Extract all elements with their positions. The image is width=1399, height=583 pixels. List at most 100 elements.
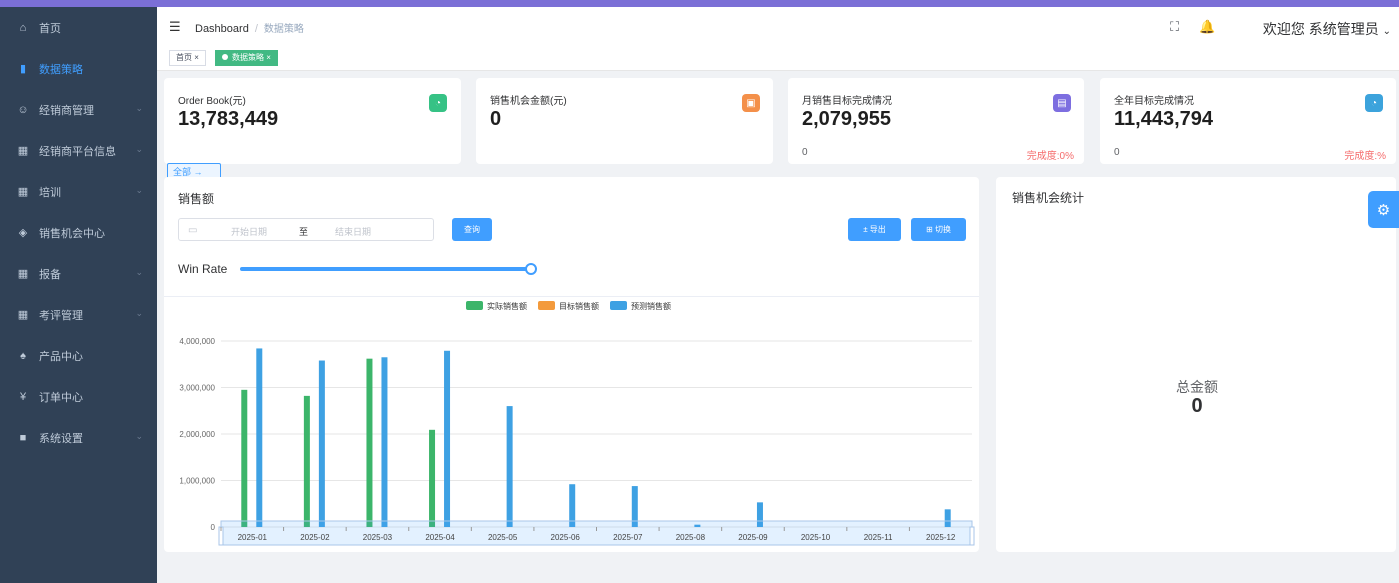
range-separator: 至	[299, 227, 309, 237]
welcome-text: 欢迎您 系统管理员	[1262, 21, 1379, 37]
x-tick-label: 2025-02	[300, 533, 330, 542]
gear-icon: ⚙	[1376, 201, 1391, 219]
bar	[256, 348, 263, 527]
sidebar-item-2[interactable]: ☺ 经销商管理 ⌄	[0, 89, 157, 130]
win-rate-slider-handle[interactable]	[525, 263, 537, 275]
x-tick-label: 2025-05	[488, 533, 518, 542]
stat-completion: 完成度:0%	[1026, 151, 1074, 162]
stat-title: Order Book(元)	[178, 96, 246, 107]
sidebar-item-label: 报备	[39, 268, 61, 281]
y-tick-label: 2,000,000	[179, 430, 215, 439]
active-dot-icon	[222, 54, 228, 60]
stat-value: 2,079,955	[802, 108, 891, 130]
calendar-icon: ▭	[188, 225, 198, 236]
sidebar-item-label: 销售机会中心	[39, 227, 105, 240]
export-button[interactable]: ± 导出	[848, 218, 901, 241]
sales-bar-chart: 实际销售额 目标销售额 预测销售额 0 1,000,000 2,000,000 3,000,…	[179, 301, 975, 546]
y-tick-label: 3,000,000	[179, 384, 215, 393]
sidebar-item-9[interactable]: ¥ 订单中心	[0, 376, 157, 417]
tag-current[interactable]: 数据策略 ×	[215, 50, 278, 66]
sidebar-item-5[interactable]: ◈ 销售机会中心	[0, 212, 157, 253]
breadcrumb-separator: /	[254, 23, 258, 35]
sidebar-item-label: 考评管理	[39, 309, 83, 322]
x-tick-label: 2025-11	[864, 533, 893, 542]
stat-card-1: 销售机会金额(元) 0 ▣	[476, 78, 773, 164]
bar	[318, 360, 325, 527]
sidebar-item-6[interactable]: ▦ 报备 ⌄	[0, 253, 157, 294]
sidebar: ⌂ 首页 ▮ 数据策略 ☺ 经销商管理 ⌄ ▦ 经销商平台信息 ⌄ ▦ 培训 ⌄ ◈ 销售机会中心 ▦ 报备 ⌄ ▦…	[0, 7, 157, 583]
bar	[366, 358, 373, 527]
tag-home-label: 首页	[176, 53, 192, 62]
date-range-picker[interactable]: ▭ 开始日期 至 结束日期	[178, 218, 434, 241]
stat-title: 销售机会金额(元)	[490, 96, 567, 107]
fullscreen-icon[interactable]: ⛶	[1170, 19, 1179, 35]
chevron-down-icon: ⌄	[135, 308, 143, 318]
query-button[interactable]: 查询	[452, 218, 492, 241]
stat-foot-value: 0	[1114, 147, 1120, 158]
stat-card-0: Order Book(元) 13,783,449 ◔	[164, 78, 461, 164]
legend-swatch	[466, 301, 483, 310]
zoom-handle-right	[969, 526, 975, 546]
grid-icon: ▦	[17, 145, 29, 157]
users-icon: ☺	[17, 103, 29, 116]
stat-completion: 完成度:%	[1344, 151, 1386, 162]
clipboard-icon: ▤	[1053, 94, 1071, 112]
sidebar-item-0[interactable]: ⌂ 首页	[0, 7, 157, 48]
settings-gear-button[interactable]: ⚙	[1368, 191, 1399, 228]
sales-panel-title: 销售额	[178, 192, 215, 206]
x-tick-label: 2025-10	[801, 533, 831, 542]
compass-icon: ◈	[18, 227, 28, 239]
breadcrumb-current: 数据策略	[263, 24, 304, 35]
total-amount-value: 0	[1191, 395, 1203, 417]
bar	[381, 357, 388, 527]
sidebar-item-4[interactable]: ▦ 培训 ⌄	[0, 171, 157, 212]
chevron-down-icon: ⌄	[1382, 26, 1391, 37]
total-amount-label: 总金额	[1176, 379, 1218, 395]
chart-icon: ▮	[19, 63, 27, 75]
yen-icon: ¥	[19, 390, 27, 403]
stat-value: 13,783,449	[178, 108, 279, 130]
sidebar-item-1[interactable]: ▮ 数据策略	[0, 48, 157, 89]
y-tick-label: 4,000,000	[179, 337, 215, 346]
dashboard-icon: ⌂	[19, 21, 27, 34]
sidebar-item-7[interactable]: ▦ 考评管理 ⌄	[0, 294, 157, 335]
win-rate-slider-track[interactable]	[240, 267, 532, 271]
sidebar-item-label: 培训	[39, 186, 61, 199]
bell-icon[interactable]: 🔔	[1199, 19, 1215, 35]
bar	[506, 406, 513, 527]
tag-current-label: 数据策略	[232, 53, 264, 62]
tag-home[interactable]: 首页 ×	[169, 50, 206, 66]
x-tick-label: 2025-07	[613, 533, 643, 542]
y-tick-label: 0	[211, 523, 216, 532]
user-menu[interactable]: 欢迎您 系统管理员 ⌄	[1263, 19, 1391, 39]
end-date-input[interactable]: 结束日期	[335, 225, 371, 238]
stat-value: 11,443,794	[1114, 108, 1213, 130]
legend-swatch	[610, 301, 627, 310]
close-icon[interactable]: ×	[266, 53, 271, 62]
bar	[241, 389, 248, 527]
hamburger-icon[interactable]: ☰	[169, 19, 181, 35]
sidebar-item-label: 首页	[39, 22, 61, 35]
pie-icon: ◔	[1365, 94, 1383, 112]
sidebar-item-label: 数据策略	[39, 63, 83, 76]
chevron-down-icon: ⌄	[135, 103, 143, 113]
sidebar-item-3[interactable]: ▦ 经销商平台信息 ⌄	[0, 130, 157, 171]
switch-button[interactable]: ⊞ 切换	[911, 218, 966, 241]
briefcase-icon: ▣	[742, 94, 760, 112]
legend-swatch	[538, 301, 555, 310]
stat-foot-value: 0	[802, 147, 808, 158]
grid-icon: ▦	[17, 186, 29, 198]
grid-icon: ▦	[17, 309, 29, 321]
win-rate-label: Win Rate	[178, 262, 228, 276]
breadcrumb-root[interactable]: Dashboard	[195, 23, 249, 35]
start-date-input[interactable]: 开始日期	[231, 225, 267, 238]
close-icon[interactable]: ×	[194, 53, 199, 62]
sidebar-item-10[interactable]: ■ 系统设置 ⌄	[0, 417, 157, 458]
legend-label: 实际销售额	[487, 301, 527, 311]
zoom-slider	[220, 520, 973, 546]
tags-view: 首页 × 数据策略 ×	[157, 45, 1399, 71]
x-tick-label: 2025-08	[676, 533, 706, 542]
sidebar-item-8[interactable]: ♠ 产品中心	[0, 335, 157, 376]
opportunity-panel-title: 销售机会统计	[1012, 191, 1085, 205]
breadcrumb: Dashboard / 数据策略	[195, 20, 304, 35]
